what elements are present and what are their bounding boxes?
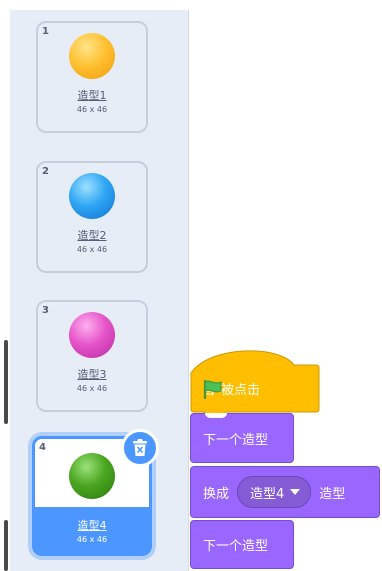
- costume-index: 1: [42, 26, 49, 37]
- green-flag-icon[interactable]: [202, 379, 224, 399]
- costume-size: 46 x 46: [76, 535, 108, 544]
- hat-suffix-text: 被点击: [221, 383, 261, 398]
- costume-index: 3: [42, 305, 49, 316]
- chevron-down-icon: [290, 489, 301, 495]
- delete-costume-button[interactable]: [121, 429, 159, 467]
- costume-item-4-selected[interactable]: 4 造型4 46 x 46: [32, 429, 159, 556]
- costume-item-2[interactable]: 2 造型2 46 x 46: [36, 161, 148, 273]
- when-flag-clicked-block[interactable]: 当 被点击: [190, 343, 320, 413]
- green-ball-icon: [69, 453, 115, 499]
- costume-dropdown[interactable]: 造型4: [237, 476, 312, 508]
- costume-size: 46 x 46: [76, 384, 108, 393]
- costume-name: 造型1: [77, 89, 107, 102]
- hat-block-shape: [190, 350, 320, 413]
- pink-ball-icon: [69, 312, 115, 358]
- costume-name: 造型3: [77, 368, 107, 381]
- block-label-prefix: 换成: [203, 486, 230, 502]
- costume-item-1[interactable]: 1 造型1 46 x 46: [36, 21, 148, 133]
- dropdown-value: 造型4: [250, 486, 285, 502]
- next-costume-block[interactable]: 下一个造型: [190, 413, 294, 463]
- switch-costume-block[interactable]: 换成 造型4 造型: [190, 466, 380, 518]
- panel-scroll-edge: [4, 340, 8, 424]
- costume-item-3[interactable]: 3 造型3 46 x 46: [36, 300, 148, 412]
- costume-name: 造型4: [77, 519, 107, 532]
- trash-icon: [133, 439, 147, 456]
- panel-scroll-edge-lower: [4, 520, 8, 571]
- block-label-suffix: 造型: [319, 486, 346, 502]
- block-label: 下一个造型: [203, 539, 269, 554]
- costume-index: 2: [42, 166, 49, 177]
- costume-size: 46 x 46: [76, 105, 108, 114]
- orange-ball-icon: [69, 33, 115, 79]
- next-costume-block-2[interactable]: 下一个造型: [190, 520, 294, 569]
- costume-name: 造型2: [77, 229, 107, 242]
- block-label: 下一个造型: [203, 432, 269, 448]
- block-notch: [205, 413, 227, 418]
- costume-size: 46 x 46: [76, 245, 108, 254]
- blue-ball-icon: [69, 173, 115, 219]
- costume-index: 4: [39, 442, 46, 453]
